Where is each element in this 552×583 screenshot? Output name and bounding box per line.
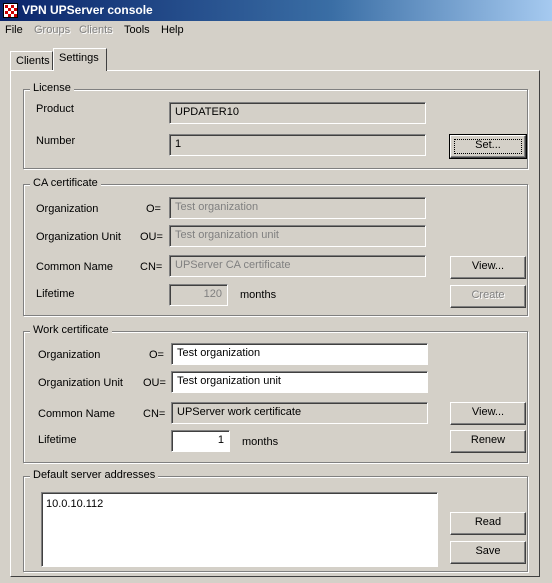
work-organization-input[interactable]: Test organization	[171, 343, 428, 365]
save-button[interactable]: Save	[450, 541, 526, 564]
work-cn-prefix: CN=	[143, 408, 166, 420]
menu-clients[interactable]: Clients	[79, 24, 113, 36]
menu-file[interactable]: File	[5, 24, 23, 36]
work-certificate-group: Work certificate Organization O= Test or…	[23, 324, 528, 463]
menu-tools[interactable]: Tools	[124, 24, 150, 36]
menu-bar: File Groups Clients Tools Help	[0, 21, 552, 40]
tab-settings[interactable]: Settings	[53, 48, 107, 71]
address-line: 10.0.10.112	[46, 498, 104, 510]
addresses-title: Default server addresses	[30, 469, 159, 481]
work-renew-button[interactable]: Renew	[450, 430, 526, 453]
ca-organization-field: Test organization	[169, 197, 426, 219]
ca-common-name-field: UPServer CA certificate	[169, 255, 426, 277]
window-title: VPN UPServer console	[22, 3, 153, 17]
work-view-button[interactable]: View...	[450, 402, 526, 425]
work-certificate-title: Work certificate	[30, 324, 112, 336]
addresses-textarea[interactable]: 10.0.10.112	[41, 492, 438, 567]
ca-ou-prefix: OU=	[140, 231, 163, 243]
ca-cn-prefix: CN=	[140, 261, 163, 273]
license-group-title: License	[30, 82, 74, 94]
title-bar: VPN UPServer console	[0, 0, 552, 21]
ca-organization-label: Organization	[36, 203, 99, 215]
work-common-name-field: UPServer work certificate	[171, 402, 428, 424]
work-organization-label: Organization	[38, 349, 101, 361]
ca-common-name-label: Common Name	[36, 261, 114, 273]
ca-view-button[interactable]: View...	[450, 256, 526, 279]
product-field: UPDATER10	[169, 102, 426, 124]
ca-lifetime-unit: months	[240, 289, 277, 301]
work-o-prefix: O=	[149, 349, 164, 361]
tab-clients[interactable]: Clients	[10, 51, 53, 71]
work-ou-prefix: OU=	[143, 377, 166, 389]
app-icon[interactable]	[3, 3, 18, 18]
work-org-unit-label: Organization Unit	[38, 377, 123, 389]
ca-o-prefix: O=	[146, 203, 161, 215]
work-lifetime-input[interactable]: 1	[171, 430, 230, 452]
ca-certificate-group: CA certificate Organization O= Test orga…	[23, 177, 528, 316]
set-button[interactable]: Set...	[449, 134, 527, 159]
settings-panel: License Product UPDATER10 Number 1 Set..…	[10, 70, 540, 577]
license-group: License Product UPDATER10 Number 1 Set..…	[23, 82, 528, 169]
number-field: 1	[169, 134, 426, 156]
work-lifetime-label: Lifetime	[38, 434, 77, 446]
work-org-unit-input[interactable]: Test organization unit	[171, 371, 428, 393]
set-button-label: Set...	[475, 139, 501, 151]
ca-lifetime-label: Lifetime	[36, 288, 75, 300]
ca-org-unit-field: Test organization unit	[169, 225, 426, 247]
ca-create-button[interactable]: Create	[450, 285, 526, 308]
addresses-group: Default server addresses 10.0.10.112 Rea…	[23, 469, 528, 572]
work-common-name-label: Common Name	[38, 408, 116, 420]
work-lifetime-unit: months	[242, 436, 279, 448]
ca-certificate-title: CA certificate	[30, 177, 101, 189]
read-button[interactable]: Read	[450, 512, 526, 535]
ca-lifetime-field: 120	[169, 284, 228, 306]
menu-groups[interactable]: Groups	[34, 24, 70, 36]
product-label: Product	[36, 103, 74, 115]
number-label: Number	[36, 135, 76, 147]
ca-org-unit-label: Organization Unit	[36, 231, 121, 243]
menu-help[interactable]: Help	[161, 24, 184, 36]
